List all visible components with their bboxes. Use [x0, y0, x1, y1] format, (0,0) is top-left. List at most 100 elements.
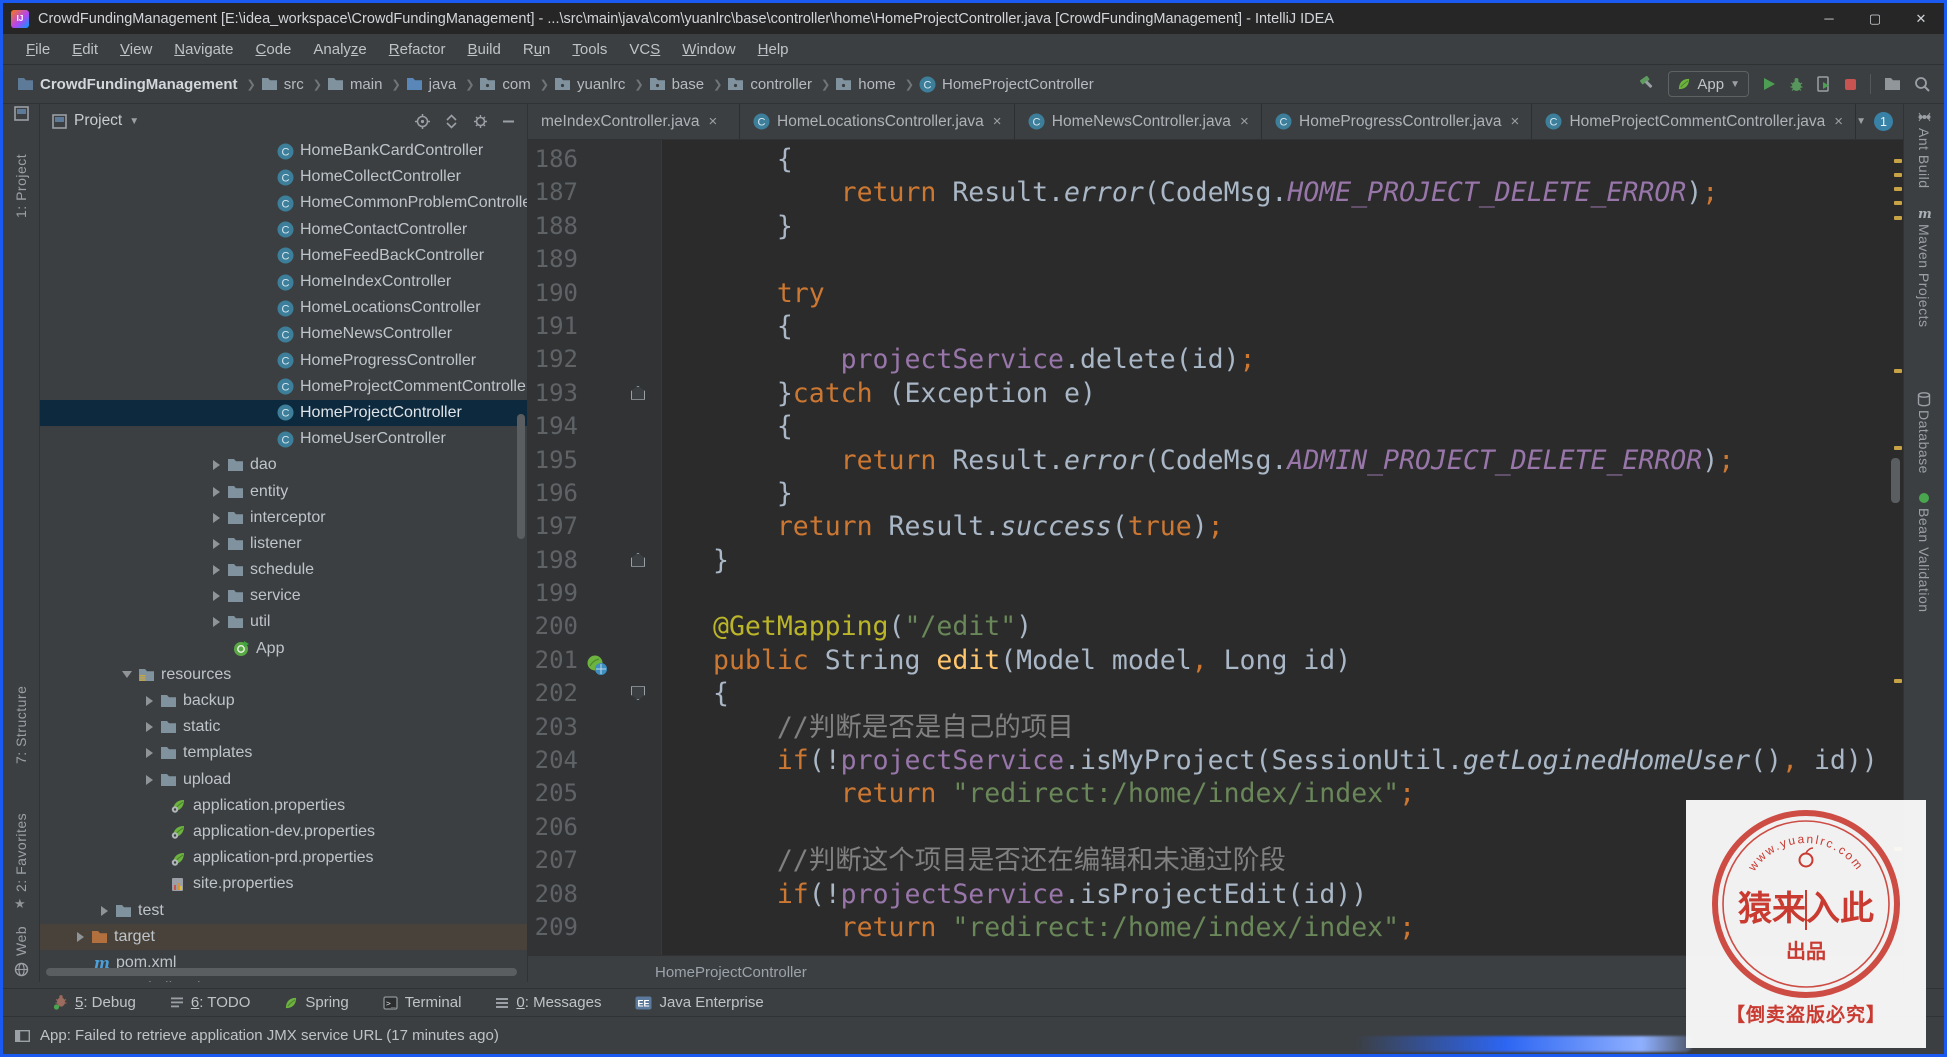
- run-configuration-select[interactable]: App ▼: [1668, 71, 1749, 97]
- menu-item-tools[interactable]: Tools: [561, 41, 618, 58]
- tree-expand-arrow[interactable]: [207, 512, 225, 523]
- tree-item-resources[interactable]: resources: [40, 662, 527, 688]
- tool-stripe-button-2-favorites[interactable]: 2: Favorites: [3, 790, 39, 892]
- tool-window-button-java-enterprise[interactable]: EE Java Enterprise: [635, 994, 764, 1011]
- tool-window-button-5-debug[interactable]: 5: Debug: [53, 994, 136, 1011]
- collapse-all-icon[interactable]: [444, 113, 459, 129]
- tree-expand-arrow[interactable]: [207, 617, 225, 628]
- tree-item-homefeedbackcontroller[interactable]: C HomeFeedBackController: [40, 243, 527, 269]
- tree-item-homeindexcontroller[interactable]: C HomeIndexController: [40, 269, 527, 295]
- breadcrumb-item-base[interactable]: base: [649, 76, 704, 93]
- tree-item-homelocationscontroller[interactable]: C HomeLocationsController: [40, 295, 527, 321]
- tree-item-backup[interactable]: backup: [40, 688, 527, 714]
- tree-expand-arrow[interactable]: [140, 696, 158, 707]
- tree-item-static[interactable]: static: [40, 714, 527, 740]
- menu-item-navigate[interactable]: Navigate: [163, 41, 244, 58]
- tree-item-homecollectcontroller[interactable]: C HomeCollectController: [40, 164, 527, 190]
- tool-stripe-button-web[interactable]: Web: [3, 910, 39, 956]
- menu-item-run[interactable]: Run: [512, 41, 562, 58]
- tree-item-test[interactable]: test: [40, 897, 527, 923]
- breadcrumb-item-yuanlrc[interactable]: yuanlrc: [554, 76, 625, 93]
- breadcrumb-item-com[interactable]: com: [479, 76, 531, 93]
- run-button[interactable]: [1762, 77, 1776, 91]
- hide-panel-icon[interactable]: [502, 114, 515, 129]
- tree-item-application-dev-properties[interactable]: application-dev.properties: [40, 819, 527, 845]
- tree-item-interceptor[interactable]: interceptor: [40, 505, 527, 531]
- menu-item-build[interactable]: Build: [456, 41, 511, 58]
- tool-stripe-button-maven-projects[interactable]: Maven Projects: [1904, 224, 1944, 336]
- tree-item-homeusercontroller[interactable]: C HomeUserController: [40, 426, 527, 452]
- tree-item-entity[interactable]: entity: [40, 478, 527, 504]
- close-tab-icon[interactable]: ×: [993, 113, 1002, 130]
- breadcrumb-item-homeprojectcontroller[interactable]: C HomeProjectController: [919, 76, 1094, 93]
- fold-end-marker-icon[interactable]: [631, 552, 645, 567]
- tree-item-schedule[interactable]: schedule: [40, 557, 527, 583]
- stop-button[interactable]: [1844, 78, 1857, 91]
- breadcrumb-item-src[interactable]: src: [261, 76, 304, 93]
- tree-horizontal-scrollbar[interactable]: [46, 968, 517, 976]
- breadcrumb-item-home[interactable]: home: [835, 76, 896, 93]
- editor-breadcrumb[interactable]: HomeProjectController: [655, 964, 807, 981]
- breadcrumb-item-controller[interactable]: controller: [727, 76, 812, 93]
- breadcrumb-item-main[interactable]: main: [327, 76, 382, 93]
- maximize-button[interactable]: ▢: [1852, 3, 1898, 34]
- editor-tab-HomeProgressController.java[interactable]: C HomeProgressController.java ×: [1262, 104, 1533, 139]
- tool-stripe-button-1-project[interactable]: 1: Project: [3, 126, 39, 218]
- hidden-tabs-count-badge[interactable]: 1: [1874, 112, 1894, 131]
- menu-item-code[interactable]: Code: [245, 41, 303, 58]
- minimize-button[interactable]: ─: [1806, 3, 1852, 34]
- tree-item-homenewscontroller[interactable]: C HomeNewsController: [40, 321, 527, 347]
- close-tab-icon[interactable]: ×: [1510, 113, 1519, 130]
- tree-item-homebankcardcontroller[interactable]: C HomeBankCardController: [40, 138, 527, 164]
- tree-vertical-scrollbar[interactable]: [517, 414, 525, 539]
- tree-expand-arrow[interactable]: [140, 748, 158, 759]
- tree-expand-arrow[interactable]: [207, 538, 225, 549]
- breadcrumb-item-java[interactable]: java: [406, 76, 456, 93]
- tree-item-service[interactable]: service: [40, 583, 527, 609]
- editor-tab-HomeProjectCommentController.java[interactable]: C HomeProjectCommentController.java ×: [1532, 104, 1857, 139]
- run-with-coverage-button[interactable]: [1817, 76, 1831, 92]
- fold-end-marker-icon[interactable]: [631, 385, 645, 400]
- build-hammer-icon[interactable]: [1637, 75, 1655, 93]
- tree-expand-arrow[interactable]: [71, 931, 89, 942]
- chevron-down-icon[interactable]: ▼: [129, 116, 139, 127]
- tree-expand-arrow[interactable]: [118, 671, 136, 679]
- tree-item-homecommonproblemcontroller[interactable]: C HomeCommonProblemController: [40, 190, 527, 216]
- menu-item-analyze[interactable]: Analyze: [302, 41, 377, 58]
- close-button[interactable]: ✕: [1898, 3, 1944, 34]
- tree-item-homeprojectcontroller[interactable]: C HomeProjectController: [40, 399, 527, 427]
- tree-expand-arrow[interactable]: [207, 591, 225, 602]
- tree-item-templates[interactable]: templates: [40, 740, 527, 766]
- error-stripe-mark[interactable]: [1894, 173, 1902, 177]
- open-folder-button[interactable]: [1884, 77, 1901, 91]
- menu-item-view[interactable]: View: [109, 41, 163, 58]
- editor-scrollbar[interactable]: [1891, 458, 1900, 503]
- tree-item-site-properties[interactable]: site.properties: [40, 871, 527, 897]
- error-stripe-mark[interactable]: [1894, 201, 1902, 205]
- tree-expand-arrow[interactable]: [207, 460, 225, 471]
- error-stripe-mark[interactable]: [1894, 216, 1902, 220]
- tool-window-button-0-messages[interactable]: 0: Messages: [495, 994, 601, 1011]
- hidden-tabs-chevron-icon[interactable]: ▼: [1856, 116, 1866, 127]
- tool-stripe-button-7-structure[interactable]: 7: Structure: [3, 664, 39, 764]
- error-stripe-mark[interactable]: [1894, 679, 1902, 683]
- menu-item-help[interactable]: Help: [747, 41, 800, 58]
- project-panel-title[interactable]: Project: [74, 112, 122, 130]
- tree-item-util[interactable]: util: [40, 609, 527, 635]
- tree-item-target[interactable]: target: [40, 923, 527, 950]
- tree-expand-arrow[interactable]: [140, 722, 158, 733]
- editor-tab-HomeNewsController.java[interactable]: C HomeNewsController.java ×: [1015, 104, 1262, 139]
- tree-item-application-properties[interactable]: application.properties: [40, 793, 527, 819]
- menu-item-file[interactable]: File: [15, 41, 61, 58]
- tool-window-toggle-icon[interactable]: [15, 1029, 30, 1042]
- breadcrumb-item-crowdfundingmanagement[interactable]: CrowdFundingManagement: [17, 76, 238, 93]
- error-stripe-mark[interactable]: [1894, 159, 1902, 163]
- tool-window-button-terminal[interactable]: >_ Terminal: [383, 994, 461, 1011]
- tree-item-listener[interactable]: listener: [40, 531, 527, 557]
- tree-expand-arrow[interactable]: [140, 774, 158, 785]
- tree-item-homecontactcontroller[interactable]: C HomeContactController: [40, 217, 527, 243]
- debug-button[interactable]: [1789, 77, 1804, 92]
- close-tab-icon[interactable]: ×: [1834, 113, 1843, 130]
- tree-expand-arrow[interactable]: [207, 565, 225, 576]
- tree-expand-arrow[interactable]: [95, 905, 113, 916]
